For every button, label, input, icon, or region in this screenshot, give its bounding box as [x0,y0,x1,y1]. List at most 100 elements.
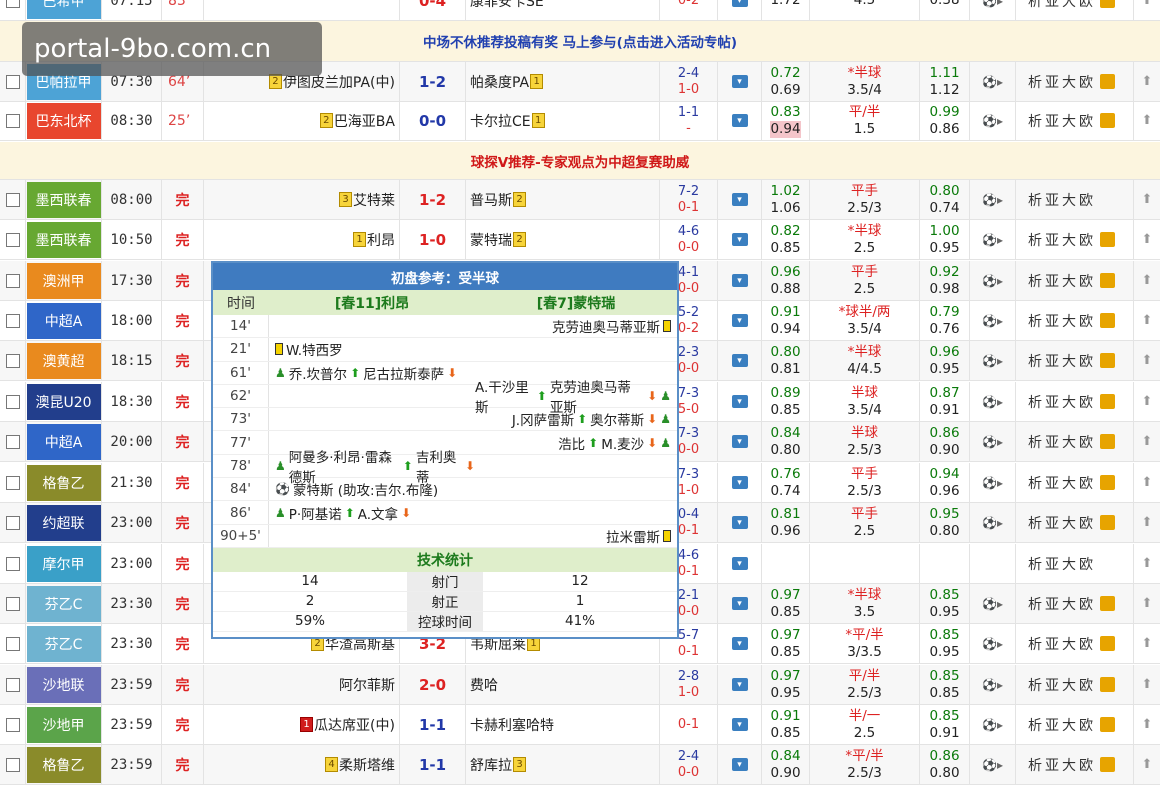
league-badge[interactable]: 格鲁乙 [26,746,101,783]
league-cell[interactable]: 芬乙C [26,624,102,664]
detail-tv-icon[interactable]: ▾ [731,395,748,409]
match-row[interactable]: 格鲁乙 23:59 完 4 柔斯塔维 1-1 舒库拉 3 2-4 0-0 ▾ 0.84 0.90 *平/半… [0,745,1160,785]
row-checkbox[interactable] [5,556,20,571]
analysis-links[interactable]: 析亚大欧 [1016,503,1134,543]
live-ball-cell[interactable]: ⚽▸ [970,341,1016,381]
live-ball-cell[interactable]: ⚽▸ [970,705,1016,745]
detail-tv-icon[interactable]: ▾ [731,233,748,247]
match-row[interactable]: 沙地甲 23:59 完 1 瓜达席亚(中) 1-1 卡赫利塞哈特 0-1 ▾ 0.91 0.85 半/… [0,705,1160,746]
league-badge[interactable]: 摩尔甲 [26,545,101,582]
select-cell[interactable] [0,301,26,341]
detail-cell[interactable]: ▾ [718,101,762,141]
select-cell[interactable] [0,544,26,584]
live-ball-cell[interactable]: ⚽▸ [970,62,1016,102]
analysis-links[interactable]: 析亚大欧 [1016,341,1134,381]
lock-icon[interactable] [1100,596,1115,612]
away-team-name[interactable]: 普马斯 [470,190,512,210]
soccer-ball-icon[interactable]: ⚽▸ [982,435,1003,449]
detail-tv-icon[interactable]: ▾ [731,0,748,8]
analysis-links[interactable]: 析亚大欧 [1016,745,1134,785]
lock-icon[interactable] [1100,273,1115,289]
live-ball-cell[interactable]: ⚽▸ [970,0,1016,21]
live-ball-cell[interactable]: ⚽▸ [970,745,1016,785]
live-ball-cell[interactable] [970,544,1016,584]
select-cell[interactable] [0,745,26,785]
soccer-ball-icon[interactable]: ⚽▸ [982,516,1003,530]
league-cell[interactable]: 沙地联 [26,665,102,705]
promo-banner-mid-text[interactable]: 球探V推荐-专家观点为中超复赛助威 [471,151,690,171]
away-team[interactable]: 卡尔拉CE 1 [466,101,660,141]
live-ball-cell[interactable]: ⚽▸ [970,503,1016,543]
lock-icon[interactable] [1100,74,1115,90]
lock-icon[interactable] [1100,475,1115,491]
analysis-links[interactable]: 析亚大欧 [1016,624,1134,664]
detail-tv-icon[interactable]: ▾ [731,476,748,490]
pin-top-icon[interactable]: ⬆ [1142,0,1153,8]
live-ball-cell[interactable]: ⚽▸ [970,463,1016,503]
away-team-name[interactable]: 舒库拉 [470,755,512,775]
row-checkbox[interactable] [5,596,20,611]
detail-tv-icon[interactable]: ▾ [731,193,748,207]
analysis-links-text[interactable]: 析亚大欧 [1028,190,1096,210]
pin-top-icon[interactable]: ⬆ [1142,596,1153,611]
analysis-links-text[interactable]: 析亚大欧 [1028,392,1096,412]
lock-icon[interactable] [1100,757,1115,773]
pin-top-icon[interactable]: ⬆ [1142,232,1153,247]
detail-tv-icon[interactable]: ▾ [731,114,748,128]
league-badge[interactable]: 芬乙C [26,625,101,662]
detail-cell[interactable]: ▾ [718,341,762,381]
pin-top-icon[interactable]: ⬆ [1142,273,1153,288]
soccer-ball-icon[interactable]: ⚽▸ [982,314,1003,328]
away-team[interactable]: 康菲安卡SE [466,0,660,21]
row-checkbox[interactable] [5,717,20,732]
detail-cell[interactable]: ▾ [718,745,762,785]
select-cell[interactable] [0,422,26,462]
soccer-ball-icon[interactable]: ⚽▸ [982,718,1003,732]
detail-cell[interactable]: ▾ [718,0,762,21]
away-team-name[interactable]: 费哈 [470,675,498,695]
league-cell[interactable]: 中超A [26,422,102,462]
pin-top-icon[interactable]: ⬆ [1142,74,1153,89]
pin-top-icon[interactable]: ⬆ [1142,757,1153,772]
match-score[interactable]: 2-0 [400,665,466,705]
pin-cell[interactable]: ⬆ [1134,422,1160,461]
pin-top-icon[interactable]: ⬆ [1142,192,1153,207]
pin-top-icon[interactable]: ⬆ [1142,313,1153,328]
pin-top-icon[interactable]: ⬆ [1142,677,1153,692]
soccer-ball-icon[interactable]: ⚽▸ [982,193,1003,207]
row-checkbox[interactable] [5,74,20,89]
pin-cell[interactable]: ⬆ [1134,544,1160,583]
analysis-links[interactable]: 析亚大欧 [1016,382,1134,422]
detail-tv-icon[interactable]: ▾ [731,435,748,449]
pin-cell[interactable]: ⬆ [1134,665,1160,704]
soccer-ball-icon[interactable]: ⚽▸ [982,0,1003,8]
away-team-name[interactable]: 帕桑度PA [470,72,529,92]
league-cell[interactable]: 中超A [26,301,102,341]
match-row[interactable]: 巴东北杯 08:30 25’ 2 巴海亚BA 0-0 卡尔拉CE 1 1-1- ▾ 0.83 0.94… [0,101,1160,142]
analysis-links[interactable]: 析亚大欧 [1016,544,1134,584]
live-ball-cell[interactable]: ⚽▸ [970,665,1016,705]
lock-icon[interactable] [1100,232,1115,248]
row-checkbox[interactable] [5,273,20,288]
league-badge[interactable]: 澳黄超 [26,342,101,379]
row-checkbox[interactable] [5,353,20,368]
analysis-links[interactable]: 析亚大欧 [1016,62,1134,102]
pin-top-icon[interactable]: ⬆ [1142,434,1153,449]
analysis-links[interactable]: 析亚大欧 [1016,463,1134,503]
home-team-name[interactable]: 巴海亚BA [334,111,395,131]
analysis-links-text[interactable]: 析亚大欧 [1028,230,1096,250]
row-checkbox[interactable] [5,192,20,207]
home-team[interactable] [204,0,400,21]
away-team-name[interactable]: 蒙特瑞 [470,230,512,250]
league-cell[interactable]: 约超联 [26,503,102,543]
lock-icon[interactable] [1100,353,1115,369]
league-cell[interactable]: 格鲁乙 [26,463,102,503]
soccer-ball-icon[interactable]: ⚽▸ [982,476,1003,490]
row-checkbox[interactable] [5,475,20,490]
away-team[interactable]: 费哈 [466,665,660,705]
analysis-links[interactable]: 析亚大欧 [1016,220,1134,260]
analysis-links[interactable]: 析亚大欧 [1016,261,1134,301]
detail-cell[interactable]: ▾ [718,624,762,664]
detail-tv-icon[interactable]: ▾ [731,758,748,772]
row-checkbox[interactable] [5,434,20,449]
